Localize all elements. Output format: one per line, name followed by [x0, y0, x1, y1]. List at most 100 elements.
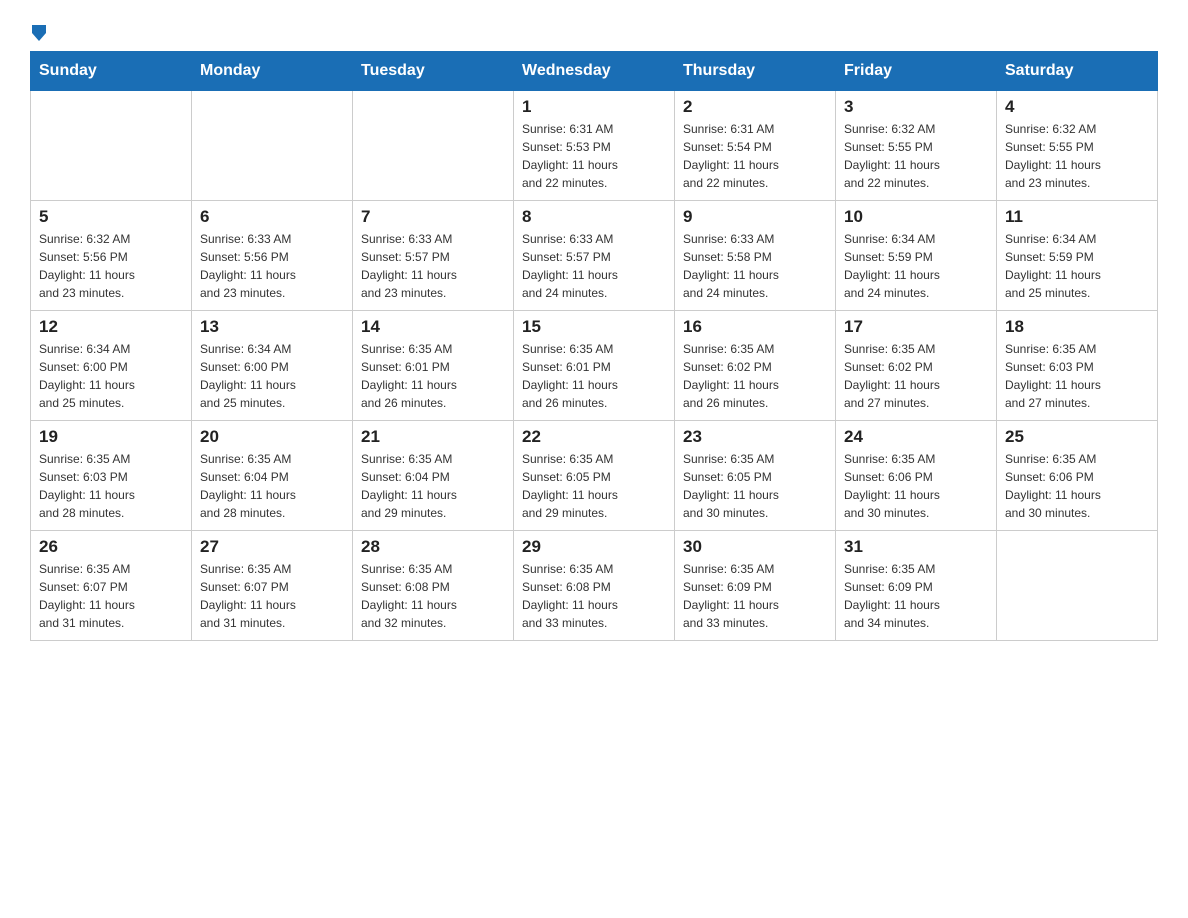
- day-number: 23: [683, 427, 827, 447]
- calendar-day-cell: 28 Sunrise: 6:35 AM Sunset: 6:08 PM Dayli…: [353, 531, 514, 641]
- calendar-week-row: 5 Sunrise: 6:32 AM Sunset: 5:56 PM Daylig…: [31, 201, 1158, 311]
- day-number: 26: [39, 537, 183, 557]
- calendar-day-cell: 27 Sunrise: 6:35 AM Sunset: 6:07 PM Dayli…: [192, 531, 353, 641]
- calendar-day-cell: 23 Sunrise: 6:35 AM Sunset: 6:05 PM Dayli…: [675, 421, 836, 531]
- calendar-week-row: 26 Sunrise: 6:35 AM Sunset: 6:07 PM Dayli…: [31, 531, 1158, 641]
- day-number: 1: [522, 97, 666, 117]
- day-info: Sunrise: 6:35 AM Sunset: 6:04 PM Dayligh…: [361, 450, 505, 522]
- day-number: 9: [683, 207, 827, 227]
- calendar-header-thursday: Thursday: [675, 52, 836, 91]
- calendar-day-cell: 1 Sunrise: 6:31 AM Sunset: 5:53 PM Daylig…: [514, 91, 675, 201]
- day-number: 14: [361, 317, 505, 337]
- day-info: Sunrise: 6:35 AM Sunset: 6:08 PM Dayligh…: [361, 560, 505, 632]
- day-info: Sunrise: 6:35 AM Sunset: 6:07 PM Dayligh…: [200, 560, 344, 632]
- day-number: 28: [361, 537, 505, 557]
- calendar-day-cell: 18 Sunrise: 6:35 AM Sunset: 6:03 PM Dayli…: [997, 311, 1158, 421]
- day-info: Sunrise: 6:31 AM Sunset: 5:53 PM Dayligh…: [522, 120, 666, 192]
- calendar-day-cell: 22 Sunrise: 6:35 AM Sunset: 6:05 PM Dayli…: [514, 421, 675, 531]
- calendar-day-cell: 29 Sunrise: 6:35 AM Sunset: 6:08 PM Dayli…: [514, 531, 675, 641]
- day-number: 13: [200, 317, 344, 337]
- calendar-week-row: 12 Sunrise: 6:34 AM Sunset: 6:00 PM Dayli…: [31, 311, 1158, 421]
- day-number: 4: [1005, 97, 1149, 117]
- day-number: 21: [361, 427, 505, 447]
- day-number: 7: [361, 207, 505, 227]
- calendar-day-cell: 20 Sunrise: 6:35 AM Sunset: 6:04 PM Dayli…: [192, 421, 353, 531]
- calendar-day-cell: 3 Sunrise: 6:32 AM Sunset: 5:55 PM Daylig…: [836, 91, 997, 201]
- day-number: 24: [844, 427, 988, 447]
- calendar-header-wednesday: Wednesday: [514, 52, 675, 91]
- calendar-day-cell: [353, 91, 514, 201]
- calendar-day-cell: 12Sunrise: 6:34 AM Sunset: 6:00 PM Dayli…: [31, 311, 192, 421]
- day-info: Sunrise: 6:34 AM Sunset: 5:59 PM Dayligh…: [1005, 230, 1149, 302]
- day-info: Sunrise: 6:35 AM Sunset: 6:03 PM Dayligh…: [1005, 340, 1149, 412]
- calendar-table: SundayMondayTuesdayWednesdayThursdayFrid…: [30, 51, 1158, 641]
- day-info: Sunrise: 6:35 AM Sunset: 6:09 PM Dayligh…: [683, 560, 827, 632]
- day-number: 12: [39, 317, 183, 337]
- day-info: Sunrise: 6:32 AM Sunset: 5:55 PM Dayligh…: [844, 120, 988, 192]
- day-number: 18: [1005, 317, 1149, 337]
- calendar-day-cell: 5 Sunrise: 6:32 AM Sunset: 5:56 PM Daylig…: [31, 201, 192, 311]
- calendar-day-cell: 2 Sunrise: 6:31 AM Sunset: 5:54 PM Daylig…: [675, 91, 836, 201]
- calendar-header-friday: Friday: [836, 52, 997, 91]
- calendar-day-cell: 17Sunrise: 6:35 AM Sunset: 6:02 PM Dayli…: [836, 311, 997, 421]
- day-number: 11: [1005, 207, 1149, 227]
- day-number: 29: [522, 537, 666, 557]
- calendar-day-cell: 7 Sunrise: 6:33 AM Sunset: 5:57 PM Daylig…: [353, 201, 514, 311]
- calendar-week-row: 19 Sunrise: 6:35 AM Sunset: 6:03 PM Dayli…: [31, 421, 1158, 531]
- day-info: Sunrise: 6:31 AM Sunset: 5:54 PM Dayligh…: [683, 120, 827, 192]
- calendar-day-cell: 15Sunrise: 6:35 AM Sunset: 6:01 PM Dayli…: [514, 311, 675, 421]
- calendar-day-cell: 13 Sunrise: 6:34 AM Sunset: 6:00 PM Dayli…: [192, 311, 353, 421]
- day-info: Sunrise: 6:34 AM Sunset: 6:00 PM Dayligh…: [200, 340, 344, 412]
- day-info: Sunrise: 6:33 AM Sunset: 5:57 PM Dayligh…: [522, 230, 666, 302]
- day-number: 3: [844, 97, 988, 117]
- calendar-day-cell: [997, 531, 1158, 641]
- calendar-day-cell: [192, 91, 353, 201]
- day-info: Sunrise: 6:35 AM Sunset: 6:01 PM Dayligh…: [522, 340, 666, 412]
- day-number: 17: [844, 317, 988, 337]
- day-info: Sunrise: 6:33 AM Sunset: 5:57 PM Dayligh…: [361, 230, 505, 302]
- calendar-day-cell: 8Sunrise: 6:33 AM Sunset: 5:57 PM Daylig…: [514, 201, 675, 311]
- calendar-day-cell: 9 Sunrise: 6:33 AM Sunset: 5:58 PM Daylig…: [675, 201, 836, 311]
- calendar-day-cell: 21 Sunrise: 6:35 AM Sunset: 6:04 PM Dayli…: [353, 421, 514, 531]
- day-info: Sunrise: 6:32 AM Sunset: 5:56 PM Dayligh…: [39, 230, 183, 302]
- day-number: 2: [683, 97, 827, 117]
- calendar-week-row: 1 Sunrise: 6:31 AM Sunset: 5:53 PM Daylig…: [31, 91, 1158, 201]
- day-number: 30: [683, 537, 827, 557]
- calendar-day-cell: 11 Sunrise: 6:34 AM Sunset: 5:59 PM Dayli…: [997, 201, 1158, 311]
- logo-flag-icon: [32, 25, 46, 41]
- day-info: Sunrise: 6:35 AM Sunset: 6:05 PM Dayligh…: [683, 450, 827, 522]
- calendar-header-row: SundayMondayTuesdayWednesdayThursdayFrid…: [31, 52, 1158, 91]
- day-number: 22: [522, 427, 666, 447]
- day-info: Sunrise: 6:32 AM Sunset: 5:55 PM Dayligh…: [1005, 120, 1149, 192]
- day-info: Sunrise: 6:35 AM Sunset: 6:06 PM Dayligh…: [1005, 450, 1149, 522]
- day-number: 20: [200, 427, 344, 447]
- day-number: 10: [844, 207, 988, 227]
- day-number: 31: [844, 537, 988, 557]
- day-number: 16: [683, 317, 827, 337]
- calendar-day-cell: 4 Sunrise: 6:32 AM Sunset: 5:55 PM Daylig…: [997, 91, 1158, 201]
- day-number: 19: [39, 427, 183, 447]
- day-number: 25: [1005, 427, 1149, 447]
- calendar-day-cell: 31 Sunrise: 6:35 AM Sunset: 6:09 PM Dayli…: [836, 531, 997, 641]
- day-number: 27: [200, 537, 344, 557]
- calendar-header-monday: Monday: [192, 52, 353, 91]
- day-info: Sunrise: 6:35 AM Sunset: 6:05 PM Dayligh…: [522, 450, 666, 522]
- logo: [30, 25, 47, 41]
- calendar-day-cell: 24Sunrise: 6:35 AM Sunset: 6:06 PM Dayli…: [836, 421, 997, 531]
- calendar-day-cell: 10Sunrise: 6:34 AM Sunset: 5:59 PM Dayli…: [836, 201, 997, 311]
- day-info: Sunrise: 6:35 AM Sunset: 6:09 PM Dayligh…: [844, 560, 988, 632]
- day-info: Sunrise: 6:33 AM Sunset: 5:58 PM Dayligh…: [683, 230, 827, 302]
- calendar-day-cell: 14Sunrise: 6:35 AM Sunset: 6:01 PM Dayli…: [353, 311, 514, 421]
- day-number: 5: [39, 207, 183, 227]
- day-info: Sunrise: 6:35 AM Sunset: 6:07 PM Dayligh…: [39, 560, 183, 632]
- day-info: Sunrise: 6:35 AM Sunset: 6:03 PM Dayligh…: [39, 450, 183, 522]
- day-info: Sunrise: 6:35 AM Sunset: 6:08 PM Dayligh…: [522, 560, 666, 632]
- calendar-day-cell: 26 Sunrise: 6:35 AM Sunset: 6:07 PM Dayli…: [31, 531, 192, 641]
- calendar-day-cell: 16Sunrise: 6:35 AM Sunset: 6:02 PM Dayli…: [675, 311, 836, 421]
- calendar-header-tuesday: Tuesday: [353, 52, 514, 91]
- day-info: Sunrise: 6:35 AM Sunset: 6:04 PM Dayligh…: [200, 450, 344, 522]
- calendar-day-cell: 25 Sunrise: 6:35 AM Sunset: 6:06 PM Dayli…: [997, 421, 1158, 531]
- calendar-day-cell: 6Sunrise: 6:33 AM Sunset: 5:56 PM Daylig…: [192, 201, 353, 311]
- calendar-day-cell: [31, 91, 192, 201]
- calendar-day-cell: 19 Sunrise: 6:35 AM Sunset: 6:03 PM Dayli…: [31, 421, 192, 531]
